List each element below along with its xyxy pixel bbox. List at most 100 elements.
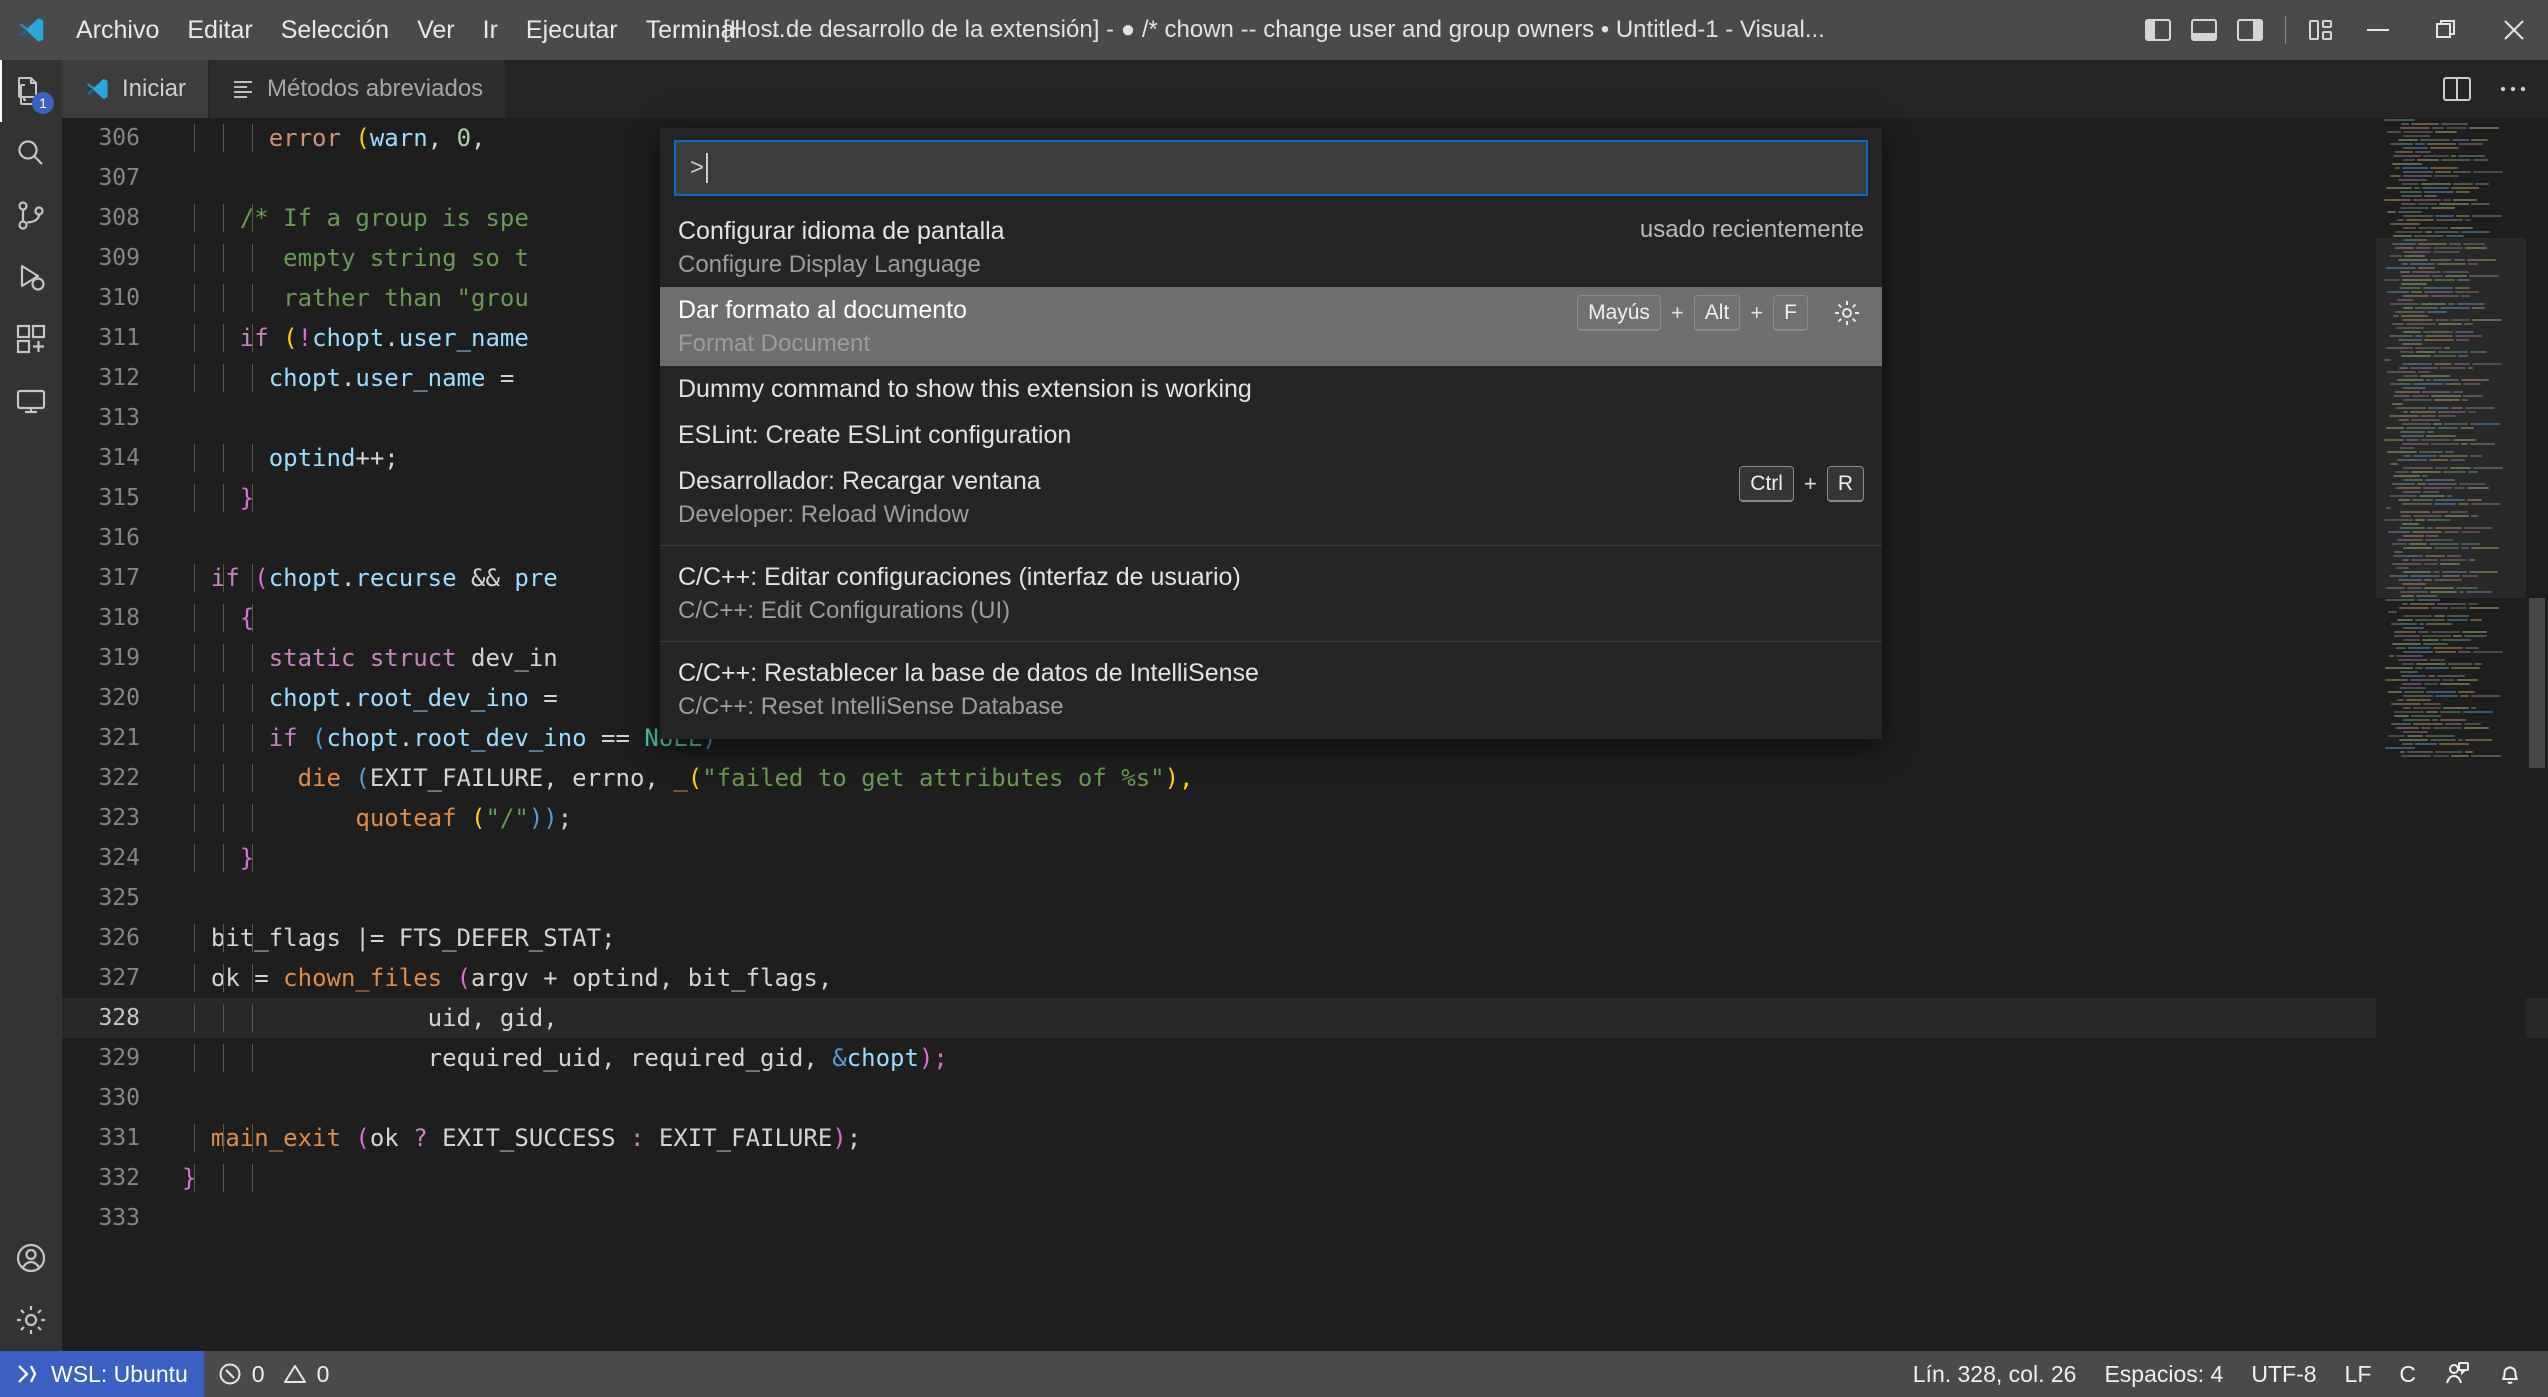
code-token: ( (340, 764, 370, 792)
minimap-token (2424, 683, 2438, 685)
sidebar-item-run[interactable] (0, 246, 62, 308)
minimap-token (2398, 211, 2422, 213)
palette-item-cpp-reset-intellisense-database[interactable]: C/C++: Restablecer la base de datos de I… (660, 641, 1882, 729)
menu-ejecutar[interactable]: Ejecutar (512, 0, 632, 60)
status-eol[interactable]: LF (2331, 1351, 2386, 1397)
minimap-token (2425, 667, 2449, 669)
sidebar-item-search[interactable] (0, 122, 62, 184)
editor-vertical-scrollbar[interactable] (2526, 118, 2548, 1351)
minimap-token (2413, 707, 2441, 709)
minimap-token (2436, 219, 2463, 221)
indent-guide (194, 1164, 195, 1192)
minimap-token (2395, 151, 2413, 153)
code-token: chopt (268, 364, 341, 392)
minimap[interactable] (2376, 118, 2526, 1351)
indent-guide (194, 204, 195, 232)
sidebar-item-explorer[interactable]: 1 (0, 60, 62, 122)
close-button[interactable] (2480, 0, 2548, 60)
indent-guide (252, 644, 253, 672)
minimap-token (2426, 711, 2438, 713)
minimap-token (2422, 187, 2449, 189)
line-number: 331 (98, 1125, 140, 1151)
menu-ir[interactable]: Ir (469, 0, 512, 60)
command-palette-input[interactable]: > (674, 140, 1868, 196)
editor-more-actions-icon[interactable] (2496, 72, 2530, 106)
toggle-secondary-sidebar-icon[interactable] (2227, 0, 2273, 60)
indent-guide (252, 804, 253, 832)
tab-metodos-abreviados[interactable]: Métodos abreviados (209, 60, 507, 118)
status-indentation[interactable]: Espacios: 4 (2090, 1351, 2237, 1397)
feedback-person-icon[interactable] (2430, 1351, 2484, 1397)
minimap-token (2391, 623, 2417, 625)
menu-seleccion[interactable]: Selección (267, 0, 403, 60)
gear-icon[interactable] (1830, 296, 1864, 330)
minimap-token (2401, 203, 2416, 205)
code-token: ; (601, 924, 616, 952)
status-cursor-position[interactable]: Lín. 328, col. 26 (1899, 1351, 2091, 1397)
minimap-token (2402, 743, 2413, 745)
minimap-indent (2382, 751, 2398, 753)
minimap-token (2431, 607, 2448, 609)
accounts-button[interactable] (0, 1227, 62, 1289)
code-token: ( (442, 964, 472, 992)
palette-item-developer-reload-window[interactable]: Desarrollador: Recargar ventana Developer… (660, 458, 1882, 537)
palette-item-description: Configure Display Language (678, 251, 981, 278)
minimap-indent (2382, 603, 2400, 605)
code-token: && (456, 564, 515, 592)
maximize-button[interactable] (2412, 0, 2480, 60)
minimap-token (2473, 171, 2503, 173)
sidebar-item-scm[interactable] (0, 184, 62, 246)
palette-item-labels: C/C++: Restablecer la base de datos de I… (678, 656, 1864, 723)
status-remote-indicator[interactable]: WSL: Ubuntu (0, 1351, 204, 1397)
menu-more-button[interactable]: … (754, 0, 812, 60)
palette-item-format-document[interactable]: Dar formato al documento Format Document M… (660, 287, 1882, 366)
code-token: ! (297, 324, 313, 352)
minimap-token (2386, 187, 2412, 189)
customize-layout-icon[interactable] (2298, 0, 2344, 60)
manage-button[interactable] (0, 1289, 62, 1351)
tab-iniciar[interactable]: Iniciar (62, 60, 210, 118)
code-token: 0 (456, 124, 472, 152)
palette-item-cpp-edit-configurations-ui[interactable]: C/C++: Editar configuraciones (interfaz … (660, 545, 1882, 633)
palette-item-labels: ESLint: Create ESLint configuration (678, 418, 1864, 452)
minimize-button[interactable] (2344, 0, 2412, 60)
status-encoding[interactable]: UTF-8 (2237, 1351, 2330, 1397)
status-language-mode[interactable]: C (2385, 1351, 2430, 1397)
minimap-token (2470, 619, 2482, 621)
minimap-indent (2382, 747, 2383, 749)
menu-archivo[interactable]: Archivo (62, 0, 173, 60)
menu-ver[interactable]: Ver (403, 0, 469, 60)
palette-item-dummy-command[interactable]: Dummy command to show this extension is … (660, 366, 1882, 412)
menu-editar[interactable]: Editar (173, 0, 266, 60)
status-problems[interactable]: 0 0 (204, 1351, 344, 1397)
minimap-token (2445, 723, 2462, 725)
split-editor-icon[interactable] (2440, 72, 2474, 106)
minimap-token (2435, 751, 2463, 753)
sidebar-item-extensions[interactable] (0, 308, 62, 370)
toggle-panel-icon[interactable] (2181, 0, 2227, 60)
minimap-token (2437, 675, 2465, 677)
bell-icon[interactable] (2484, 1351, 2536, 1397)
scrollbar-thumb[interactable] (2529, 598, 2545, 768)
toggle-primary-sidebar-icon[interactable] (2135, 0, 2181, 60)
minimap-indent (2382, 723, 2389, 725)
minimap-token (2403, 627, 2424, 629)
minimap-token (2384, 119, 2415, 121)
sidebar-item-remote[interactable] (0, 370, 62, 432)
code-token: "/" (485, 804, 529, 832)
minimap-token (2421, 727, 2431, 729)
palette-item-eslint-create-configuration[interactable]: ESLint: Create ESLint configuration (660, 412, 1882, 458)
minimap-slider[interactable] (2376, 238, 2526, 598)
menu-terminal[interactable]: Terminal (632, 0, 754, 60)
minimap-token (2453, 171, 2471, 173)
command-palette-input-box: > (660, 140, 1882, 208)
palette-item-configure-display-language[interactable]: Configurar idioma de pantalla Configure D… (660, 208, 1882, 287)
minimap-token (2418, 203, 2437, 205)
code-text: if (!chopt.user_name (170, 324, 529, 352)
minimap-indent (2382, 619, 2395, 621)
